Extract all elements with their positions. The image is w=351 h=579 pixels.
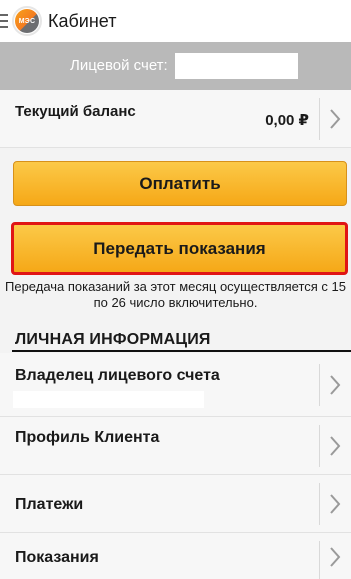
account-bar: Лицевой счет: — [0, 42, 351, 90]
menu-item-payments[interactable]: Платежи — [0, 475, 351, 533]
page-title: Кабинет — [48, 11, 117, 31]
account-number — [175, 53, 298, 79]
chevron-right-icon — [328, 545, 342, 569]
readings-notice: Передача показаний за этот месяц осущест… — [5, 279, 346, 310]
menu-item-label: Профиль Клиента — [15, 429, 160, 446]
divider — [319, 98, 320, 140]
mes-logo: МЭС — [12, 6, 42, 36]
logo-text: МЭС — [15, 9, 39, 33]
menu-item-client-profile[interactable]: Профиль Клиента — [0, 417, 351, 475]
menu-item-readings[interactable]: Показания — [0, 533, 351, 579]
balance-label: Текущий баланс — [15, 103, 136, 120]
balance-row[interactable]: Текущий баланс 0,00 ₽ — [0, 90, 351, 148]
divider — [319, 541, 320, 579]
app-bar: МЭС Кабинет — [0, 0, 351, 42]
submit-readings-button[interactable]: Передать показания — [11, 222, 348, 275]
menu-icon[interactable] — [0, 11, 8, 31]
balance-value: 0,00 ₽ — [265, 112, 309, 129]
menu-item-label: Платежи — [15, 496, 84, 513]
section-divider — [12, 350, 351, 352]
section-title: ЛИЧНАЯ ИНФОРМАЦИЯ — [15, 331, 211, 348]
menu-item-label: Показания — [15, 549, 99, 566]
chevron-right-icon — [328, 434, 342, 458]
divider — [319, 364, 320, 406]
pay-button[interactable]: Оплатить — [13, 161, 347, 206]
account-label: Лицевой счет: — [70, 57, 168, 74]
chevron-right-icon — [328, 107, 342, 131]
menu-item-label: Владелец лицевого счета — [15, 367, 220, 384]
chevron-right-icon — [328, 373, 342, 397]
chevron-right-icon — [328, 492, 342, 516]
divider — [319, 483, 320, 525]
divider — [319, 425, 320, 467]
account-owner-name — [13, 391, 204, 408]
